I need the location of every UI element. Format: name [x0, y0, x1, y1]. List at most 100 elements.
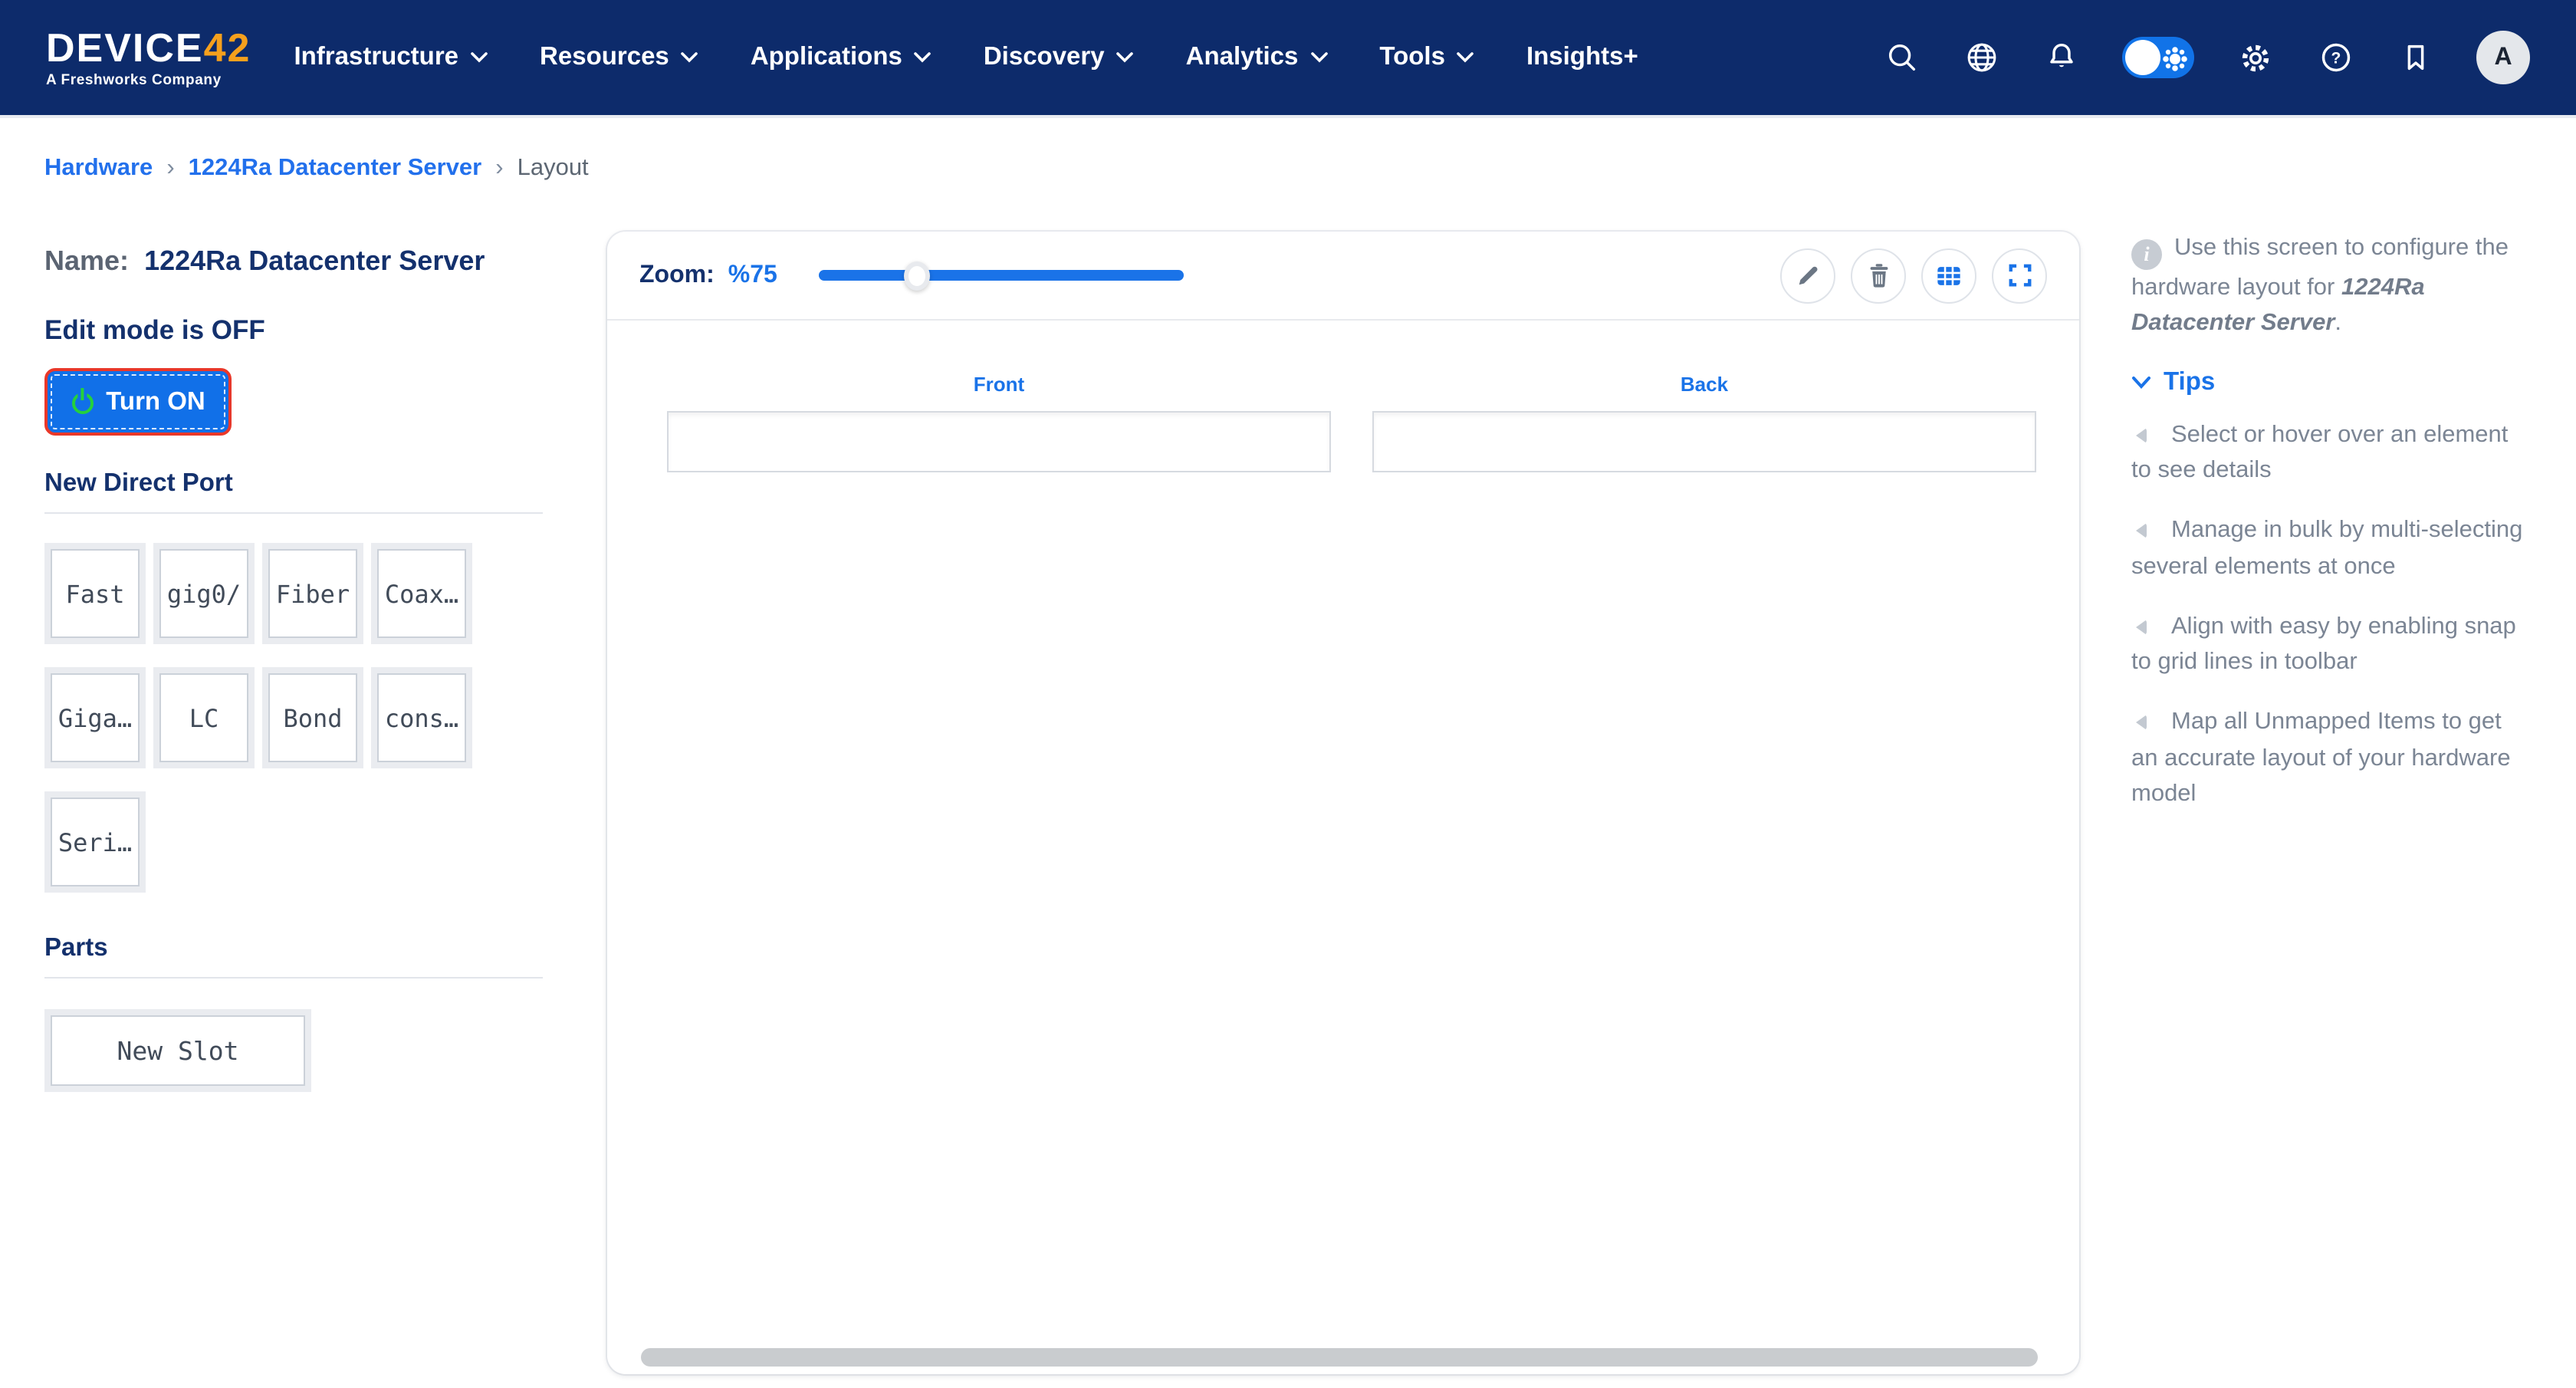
tip-text: Map all Unmapped Items to get an accurat…	[2131, 709, 2511, 807]
layout-sidebar: Name: 1224Ra Datacenter Server Edit mode…	[44, 245, 550, 1092]
port-tile[interactable]: Fiber	[262, 543, 363, 644]
device-name-row: Name: 1224Ra Datacenter Server	[44, 245, 550, 278]
menu-item-applications[interactable]: Applications	[751, 43, 932, 72]
tip-item: Map all Unmapped Items to get an accurat…	[2131, 705, 2525, 813]
delete-button[interactable]	[1851, 248, 1906, 303]
zoom-slider-thumb[interactable]	[904, 261, 931, 290]
breadcrumb: Hardware › 1224Ra Datacenter Server › La…	[44, 155, 589, 183]
tip-text: Manage in bulk by multi-selecting severa…	[2131, 517, 2523, 580]
trash-icon	[1869, 264, 1888, 288]
main-menu: Infrastructure Resources Applications Di…	[294, 43, 1638, 72]
triangle-left-icon	[2136, 427, 2147, 443]
front-face-canvas[interactable]	[667, 411, 1331, 472]
menu-item-label: Tools	[1379, 43, 1445, 71]
chevron-down-icon	[1310, 52, 1328, 63]
new-direct-port-heading: New Direct Port	[44, 469, 233, 497]
back-face-canvas[interactable]	[1372, 411, 2036, 472]
tip-item: Align with easy by enabling snap to grid…	[2131, 609, 2525, 681]
tip-item: Manage in bulk by multi-selecting severa…	[2131, 513, 2525, 585]
port-tile[interactable]: Fast	[44, 543, 146, 644]
tips-heading-label: Tips	[2164, 367, 2216, 396]
theme-toggle[interactable]	[2122, 37, 2194, 78]
sun-icon	[2170, 53, 2180, 64]
tips-collapse-header[interactable]: Tips	[2131, 368, 2525, 397]
menu-item-tools[interactable]: Tools	[1379, 43, 1474, 72]
menu-item-label: Applications	[750, 43, 902, 71]
turn-on-button[interactable]: Turn ON	[44, 368, 232, 436]
pencil-icon	[1798, 266, 1817, 285]
power-icon	[71, 388, 94, 414]
breadcrumb-current: Layout	[517, 155, 589, 181]
breadcrumb-separator: ›	[166, 155, 175, 181]
brand-accent-text: 42	[203, 24, 251, 71]
triangle-left-icon	[2136, 619, 2147, 635]
parts-heading: Parts	[44, 934, 108, 962]
search-icon[interactable]	[1883, 39, 1920, 76]
port-tile[interactable]: Seri…	[44, 791, 146, 893]
port-tile-label: Fiber	[275, 579, 350, 608]
menu-item-label: Infrastructure	[294, 43, 459, 71]
bookmark-icon[interactable]	[2397, 39, 2433, 76]
port-tile[interactable]: cons…	[371, 667, 472, 768]
grid-toggle-button[interactable]	[1921, 248, 1976, 303]
menu-item-insights[interactable]: Insights+	[1526, 43, 1638, 72]
menu-item-infrastructure[interactable]: Infrastructure	[294, 43, 488, 72]
brand-name: DEVICE42	[46, 28, 251, 67]
user-avatar[interactable]: A	[2476, 31, 2530, 84]
port-tile[interactable]: Bond	[262, 667, 363, 768]
front-face-label: Front	[973, 373, 1025, 396]
zoom-label: Zoom:	[639, 261, 715, 288]
port-tile[interactable]: Coax…	[371, 543, 472, 644]
turn-on-label: Turn ON	[106, 387, 205, 415]
globe-icon[interactable]	[1963, 39, 1999, 76]
chevron-down-icon	[471, 52, 488, 63]
intro-text: i Use this screen to configure the hardwa…	[2131, 230, 2525, 342]
brand-logo[interactable]: DEVICE42 A Freshworks Company	[46, 28, 251, 88]
menu-item-label: Discovery	[983, 43, 1105, 71]
divider	[44, 977, 543, 979]
tips-panel: i Use this screen to configure the hardwa…	[2131, 230, 2525, 837]
fullscreen-icon	[2008, 264, 2031, 287]
breadcrumb-hardware[interactable]: Hardware	[44, 155, 153, 183]
zoom-slider[interactable]	[818, 261, 1184, 290]
port-tile[interactable]: Giga…	[44, 667, 146, 768]
tip-text: Align with easy by enabling snap to grid…	[2131, 613, 2516, 676]
device-name-label: Name:	[44, 245, 130, 276]
menu-item-resources[interactable]: Resources	[540, 43, 698, 72]
tip-text: Select or hover over an element to see d…	[2131, 421, 2509, 484]
avatar-initial: A	[2494, 44, 2512, 70]
settings-gear-icon[interactable]	[2237, 39, 2274, 76]
chevron-down-icon	[682, 52, 698, 63]
tip-item: Select or hover over an element to see d…	[2131, 417, 2525, 489]
port-tile-label: Seri…	[58, 827, 133, 857]
edit-pencil-button[interactable]	[1780, 248, 1835, 303]
fullscreen-button[interactable]	[1992, 248, 2047, 303]
page: DEVICE42 A Freshworks Company Infrastruc…	[0, 0, 2576, 1388]
device-name-value: 1224Ra Datacenter Server	[144, 245, 485, 276]
chevron-down-icon	[1457, 52, 1474, 63]
intro-prefix: Use this screen to configure the hardwar…	[2131, 235, 2509, 301]
port-tile[interactable]: LC	[153, 667, 255, 768]
menu-item-label: Analytics	[1185, 43, 1299, 71]
breadcrumb-device[interactable]: 1224Ra Datacenter Server	[189, 155, 482, 183]
menu-item-discovery[interactable]: Discovery	[984, 43, 1134, 72]
nav-actions: ? A	[1883, 31, 2530, 84]
notifications-bell-icon[interactable]	[2042, 39, 2079, 76]
menu-item-analytics[interactable]: Analytics	[1186, 43, 1328, 72]
port-tile[interactable]: gig0/	[153, 543, 255, 644]
port-tile-label: Bond	[283, 703, 343, 732]
grid-icon	[1937, 266, 1960, 285]
help-icon[interactable]: ?	[2317, 39, 2354, 76]
svg-text:?: ?	[2331, 50, 2341, 67]
triangle-left-icon	[2136, 715, 2147, 731]
breadcrumb-separator: ›	[495, 155, 504, 181]
chevron-down-icon	[2132, 376, 2150, 389]
chevron-down-icon	[915, 52, 932, 63]
horizontal-scrollbar[interactable]	[641, 1348, 2038, 1367]
new-slot-tile[interactable]: New Slot	[44, 1009, 311, 1092]
intro-suffix: .	[2334, 310, 2342, 337]
port-tile-grid: Fast gig0/ Fiber Coax… Giga… LC Bond con…	[44, 543, 492, 893]
top-nav: DEVICE42 A Freshworks Company Infrastruc…	[0, 0, 2576, 115]
port-tile-label: Fast	[65, 579, 125, 608]
layout-canvas-card: Zoom: %75 Front Back	[607, 232, 2079, 1374]
